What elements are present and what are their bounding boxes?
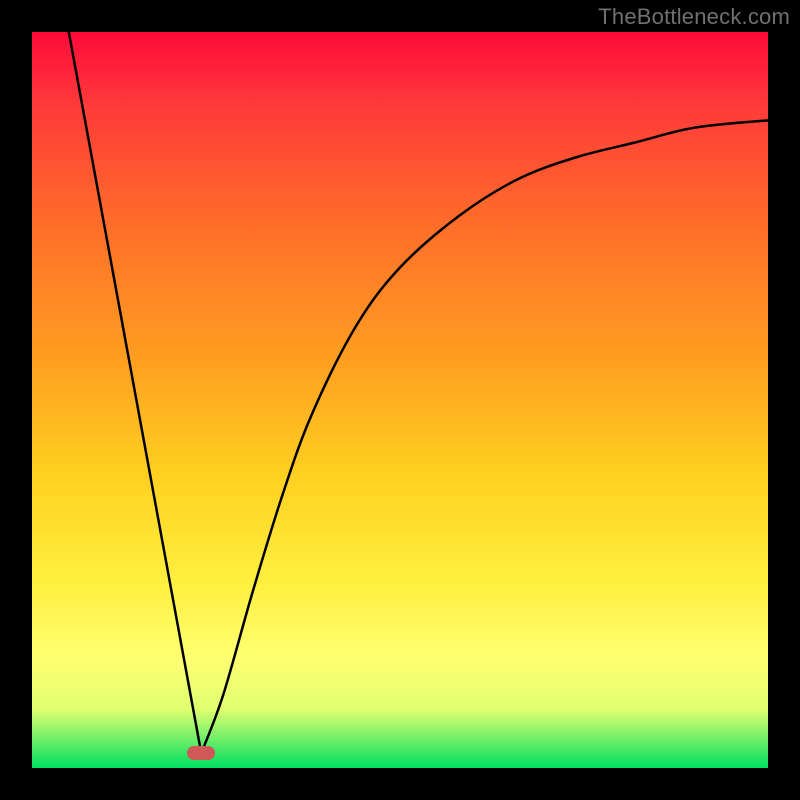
bottleneck-marker [187,746,215,760]
curve-svg [32,32,768,768]
plot-area [32,32,768,768]
watermark-text: TheBottleneck.com [598,4,790,30]
curve-right-segment [201,120,768,753]
curve-left-segment [69,32,201,753]
chart-frame: TheBottleneck.com [0,0,800,800]
